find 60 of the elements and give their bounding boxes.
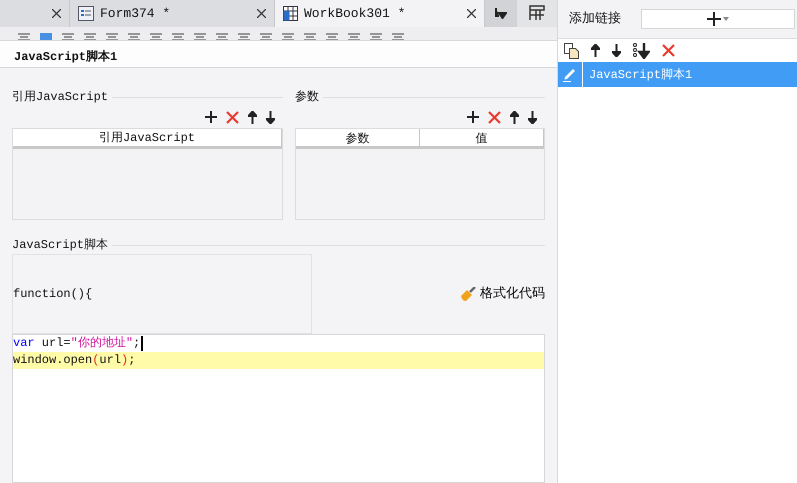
toolbar-icon[interactable] — [172, 33, 184, 40]
arrow-down-icon[interactable] — [528, 110, 537, 124]
toolbar-icon[interactable] — [282, 33, 294, 40]
function-signature: function(){ — [13, 286, 92, 303]
copy-icon[interactable] — [564, 42, 579, 58]
code-editor[interactable]: var url="你的地址"; window.open(url); — [12, 334, 545, 483]
column-header: 引用JavaScript — [13, 129, 282, 146]
dialog-title: JavaScript脚本1 — [0, 41, 557, 68]
close-icon[interactable] — [467, 9, 476, 18]
add-link-dropdown[interactable] — [641, 9, 795, 29]
toolbar-icon[interactable] — [84, 33, 96, 40]
plus-icon[interactable] — [205, 111, 217, 123]
document-tab[interactable]: WorkBook301 * — [275, 0, 485, 27]
layout-button[interactable] — [517, 0, 557, 27]
column-header: 值 — [420, 129, 544, 146]
spreadsheet-icon — [283, 6, 298, 21]
toolbar-icon[interactable] — [238, 33, 250, 40]
plus-icon[interactable] — [467, 111, 479, 123]
tab-label: Form374 * — [100, 4, 172, 23]
arrow-up-icon[interactable] — [591, 44, 600, 57]
tab-label: WorkBook301 * — [304, 4, 406, 23]
toolbar-icon[interactable] — [194, 33, 206, 40]
toolbar-icon[interactable] — [304, 33, 316, 40]
plus-icon — [707, 12, 721, 26]
delete-icon[interactable] — [662, 44, 675, 57]
section-heading: JavaScript脚本 — [12, 237, 108, 254]
toolbar-icon[interactable] — [150, 33, 162, 40]
dropdown-arrow-icon — [495, 8, 507, 19]
arrow-up-icon[interactable] — [248, 110, 257, 124]
arrow-up-icon[interactable] — [510, 110, 519, 124]
toolbar-icon[interactable] — [216, 33, 228, 40]
delete-icon[interactable] — [488, 110, 501, 124]
broom-icon — [460, 286, 476, 302]
item-label: JavaScript脚本1 — [588, 66, 692, 84]
close-icon[interactable] — [257, 9, 266, 18]
arrow-down-icon[interactable] — [266, 110, 275, 124]
pencil-icon — [563, 67, 577, 82]
format-code-button[interactable]: 格式化代码 — [460, 284, 545, 304]
form-icon — [78, 6, 94, 21]
arrow-down-icon[interactable] — [612, 44, 621, 57]
move-to-bottom-icon[interactable] — [633, 42, 650, 58]
toolbar-icon[interactable] — [370, 33, 382, 40]
toolbar-icon[interactable] — [18, 33, 30, 40]
toolbar-icon[interactable] — [392, 33, 404, 40]
code-line: var url="你的地址"; — [13, 335, 544, 352]
caret-icon — [723, 17, 729, 21]
toolbar-icon[interactable] — [326, 33, 338, 40]
section-heading: 参数 — [295, 89, 319, 106]
close-icon[interactable] — [52, 9, 61, 18]
column-header: 参数 — [296, 129, 420, 146]
toolbar-icon[interactable] — [128, 33, 140, 40]
grid-icon — [529, 5, 545, 21]
tab-menu-button[interactable] — [485, 0, 517, 27]
toolbar-icon[interactable] — [106, 33, 118, 40]
toolbar-icon[interactable] — [260, 33, 272, 40]
delete-icon[interactable] — [226, 110, 239, 124]
add-link-label: 添加链接 — [569, 10, 621, 28]
section-heading: 引用JavaScript — [12, 89, 108, 106]
toolbar-icon[interactable] — [348, 33, 360, 40]
toolbar-icon[interactable] — [62, 33, 74, 40]
